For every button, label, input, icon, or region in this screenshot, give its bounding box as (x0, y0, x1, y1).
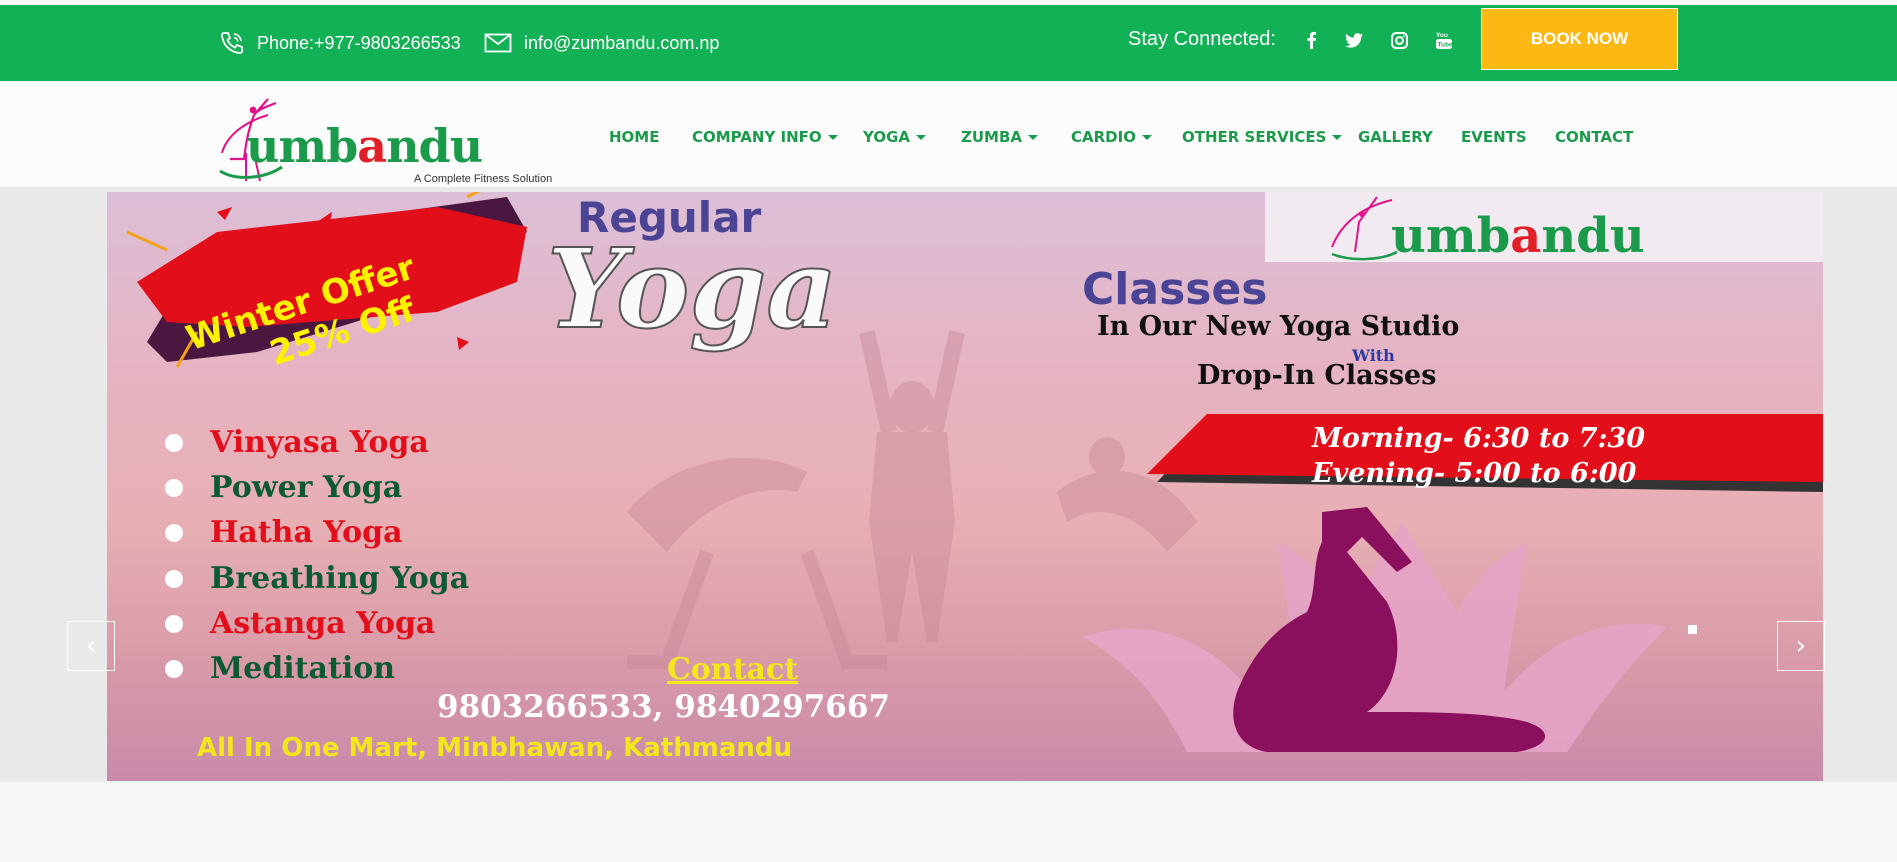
slider-indicator-dot[interactable] (1688, 625, 1697, 634)
svg-text:Tube: Tube (1438, 42, 1453, 49)
nav-events[interactable]: EVENTS (1461, 127, 1527, 147)
page-body (0, 782, 1897, 862)
yoga-script-text: Yoga (547, 224, 838, 353)
logo-wordmark: umbandu (246, 119, 483, 173)
nav-label: YOGA (863, 128, 910, 146)
nav-zumba[interactable]: ZUMBA (961, 127, 1039, 147)
slider-next-button[interactable]: › (1777, 621, 1825, 671)
phones-text: 9803266533, 9840297667 (437, 689, 890, 725)
site-header: umbandu A Complete Fitness Solution HOME… (0, 81, 1897, 187)
nav-label: CONTACT (1555, 128, 1634, 146)
caret-down-icon (827, 134, 838, 140)
caret-down-icon (1332, 134, 1343, 140)
chevron-right-icon: › (1795, 631, 1807, 661)
nav-contact[interactable]: CONTACT (1555, 127, 1633, 147)
nav-cardio[interactable]: CARDIO (1071, 127, 1152, 147)
list-item-5: Astanga Yoga (209, 606, 435, 641)
classes-text: Classes (1082, 264, 1267, 315)
instagram-icon[interactable] (1388, 29, 1410, 51)
phone-text: Phone:+977-9803266533 (257, 32, 461, 53)
nav-label: COMPANY INFO (692, 128, 822, 146)
list-item-2: Power Yoga (210, 470, 402, 505)
youtube-icon[interactable]: You Tube (1433, 29, 1455, 51)
nav-label: ZUMBA (961, 128, 1023, 146)
email-contact[interactable]: info@zumbandu.com.np (484, 5, 719, 81)
top-bar: Phone:+977-9803266533 info@zumbandu.com.… (0, 5, 1897, 81)
zumbandu-logo[interactable]: umbandu A Complete Fitness Solution (216, 93, 556, 185)
email-text: info@zumbandu.com.np (524, 32, 720, 53)
list-item-3: Hatha Yoga (210, 515, 403, 550)
list-item-1: Vinyasa Yoga (209, 425, 429, 460)
book-now-button[interactable]: BOOK NOW (1481, 8, 1678, 70)
hero-slider: umbandu Winter Offer 25% Off Regular Yog… (0, 187, 1897, 782)
yoga-classes-banner[interactable]: umbandu Winter Offer 25% Off Regular Yog… (107, 192, 1823, 781)
evening-text: Evening- 5:00 to 6:00 (1311, 458, 1637, 489)
nav-label: HOME (609, 128, 660, 146)
nav-label: CARDIO (1071, 128, 1136, 146)
caret-down-icon (916, 134, 926, 140)
phone-icon (221, 32, 243, 54)
nav-company-info[interactable]: COMPANY INFO (692, 127, 838, 147)
chevron-left-icon: ‹ (85, 631, 97, 661)
nav-home[interactable]: HOME (609, 127, 659, 147)
stay-connected-label: Stay Connected: (1128, 27, 1276, 50)
address-text: All In One Mart, Minbhawan, Kathmandu (197, 733, 792, 763)
twitter-icon[interactable] (1343, 29, 1365, 51)
nav-label: GALLERY (1358, 128, 1433, 146)
slider-prev-button[interactable]: ‹ (67, 621, 115, 671)
list-item-6: Meditation (210, 651, 395, 686)
studio-text: In Our New Yoga Studio (1097, 311, 1459, 342)
morning-text: Morning- 6:30 to 7:30 (1311, 423, 1645, 454)
envelope-icon (484, 33, 512, 53)
svg-text:You: You (1436, 32, 1448, 39)
caret-down-icon (1141, 134, 1152, 140)
list-item-4: Breathing Yoga (210, 561, 469, 596)
nav-yoga[interactable]: YOGA (863, 127, 926, 147)
banner-artwork: umbandu Winter Offer 25% Off Regular Yog… (126, 192, 1823, 763)
nav-label: OTHER SERVICES (1182, 128, 1327, 146)
caret-down-icon (1028, 134, 1039, 140)
dropin-text: Drop-In Classes (1197, 360, 1436, 391)
logo-tagline: A Complete Fitness Solution (414, 173, 553, 185)
nav-gallery[interactable]: GALLERY (1358, 127, 1433, 147)
phone-contact[interactable]: Phone:+977-9803266533 (219, 5, 461, 81)
banner-logo-text: umbandu (1391, 208, 1645, 264)
nav-other-services[interactable]: OTHER SERVICES (1182, 127, 1343, 147)
contact-text: Contact (667, 652, 798, 687)
nav-label: EVENTS (1461, 128, 1527, 146)
facebook-icon[interactable] (1300, 29, 1322, 51)
